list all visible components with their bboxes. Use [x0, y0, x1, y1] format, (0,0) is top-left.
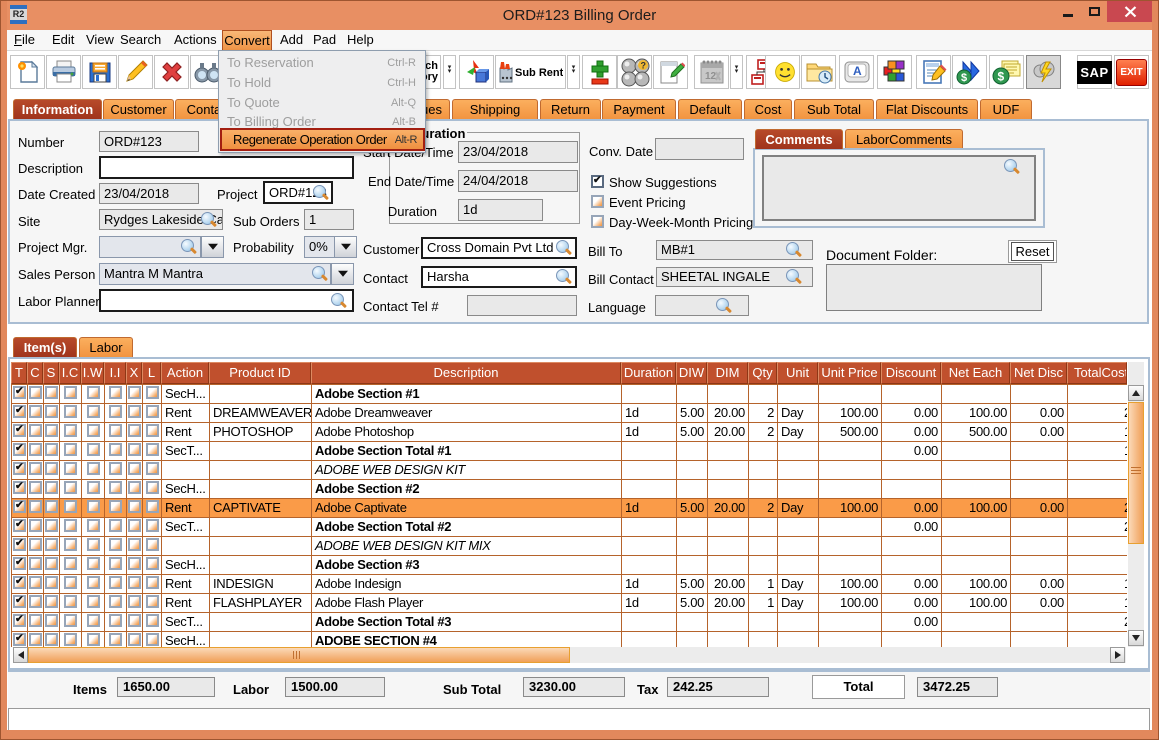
- svg-text:$: $: [997, 70, 1004, 84]
- svg-text:$: $: [961, 72, 967, 84]
- svg-text:A: A: [853, 64, 862, 78]
- svg-text:?: ?: [640, 61, 646, 71]
- svg-text:12: 12: [705, 71, 717, 82]
- svg-text:Sub Rent: Sub Rent: [515, 67, 563, 79]
